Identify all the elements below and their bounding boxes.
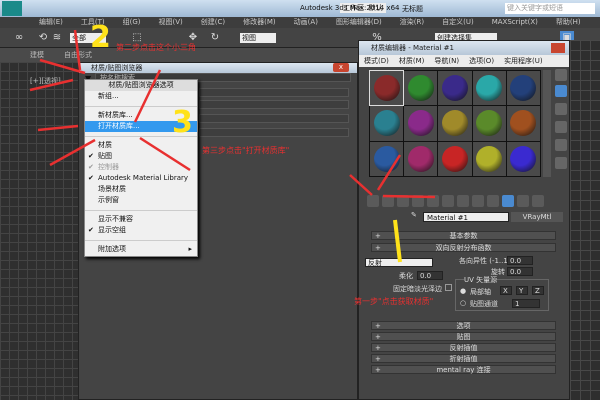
annotation-arrow (29, 78, 74, 92)
annotation-arrow (73, 29, 82, 71)
annotation-step1: 第一步"点击获取材质" (354, 297, 434, 306)
annotation-arrows (29, 29, 436, 263)
annotation-number-2: 2 (90, 20, 111, 55)
annotation-yellow-line (393, 219, 402, 263)
annotation-arrow (133, 69, 162, 123)
annotation-arrow (376, 154, 402, 191)
annotation-arrow (382, 194, 436, 199)
annotation-arrow (139, 136, 191, 172)
annotation-arrow (49, 138, 96, 167)
annotation-arrow (37, 124, 79, 132)
annotation-step3: 第三步点击"打开材质库" (202, 146, 290, 155)
annotation-step2: 第二步点击这个小三角 (116, 43, 196, 52)
annotation-arrow (349, 174, 373, 196)
annotation-number-3: 3 (172, 105, 193, 140)
